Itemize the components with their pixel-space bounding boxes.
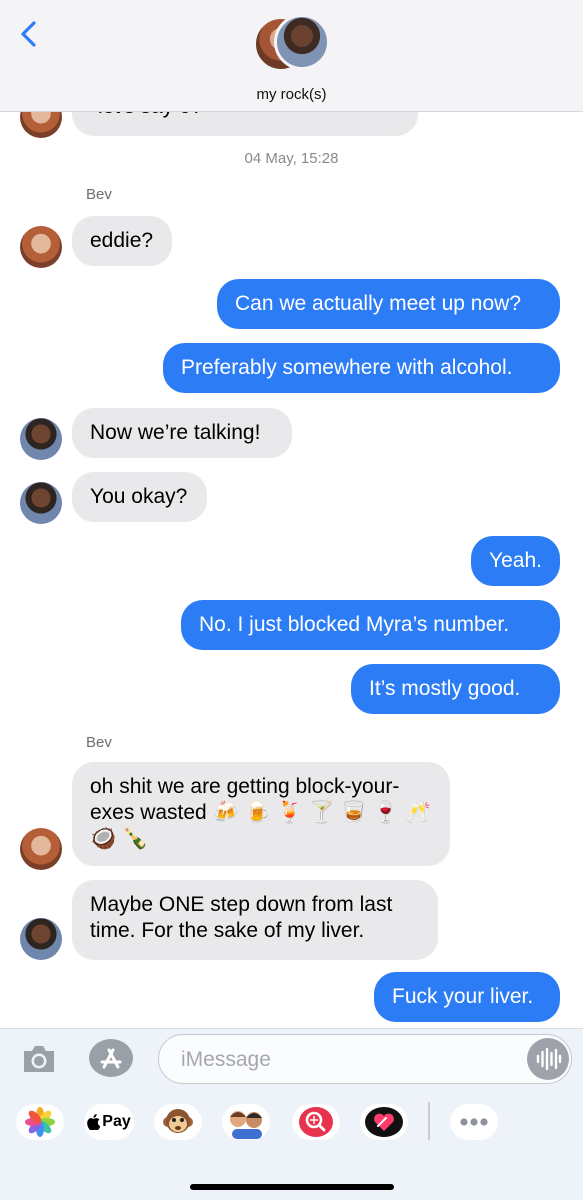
conversation-title[interactable]: my rock(s) (0, 86, 583, 103)
app-drawer-divider (428, 1102, 430, 1140)
avatar-mike[interactable] (20, 918, 62, 960)
app-store-button[interactable] (88, 1038, 134, 1078)
message-input-container[interactable] (158, 1034, 572, 1084)
images-search-icon (299, 1107, 333, 1137)
avatar-mike[interactable] (20, 418, 62, 460)
avatar-mike[interactable] (20, 482, 62, 524)
home-indicator[interactable] (190, 1184, 394, 1190)
camera-icon (24, 1046, 54, 1072)
message-text: eddie? (90, 229, 154, 252)
timestamp: 04 May, 15:28 (244, 150, 339, 167)
images-search-button[interactable] (292, 1104, 340, 1140)
message-text: It’s mostly good. (369, 677, 521, 700)
message-bubble-outgoing[interactable]: Yeah. (471, 536, 560, 586)
photos-app-button[interactable] (16, 1104, 64, 1140)
avatar (274, 14, 330, 70)
message-bubble-incoming[interactable]: eddie? (72, 216, 172, 266)
app-store-icon (89, 1039, 133, 1077)
memoji-icon (230, 1111, 262, 1139)
apple-pay-button[interactable]: Pay (84, 1104, 134, 1140)
audio-waveform-icon (536, 1047, 562, 1071)
more-icon (460, 1118, 488, 1126)
group-avatar[interactable] (254, 14, 330, 76)
avatar-bev[interactable] (20, 828, 62, 870)
message-input[interactable] (181, 1045, 521, 1075)
message-text: Now we’re talking! (90, 421, 261, 444)
conversation-header: my rock(s) (0, 0, 583, 112)
audio-message-button[interactable] (527, 1038, 569, 1080)
digital-touch-icon (365, 1107, 403, 1137)
message-bubble-incoming[interactable]: oh shit we are getting block-your-exes w… (72, 762, 450, 866)
back-button[interactable] (14, 18, 46, 50)
chevron-left-icon (21, 21, 36, 47)
message-text: Fuck your liver. (392, 985, 534, 1008)
camera-button[interactable] (20, 1041, 58, 1077)
avatar-bev[interactable] (20, 226, 62, 268)
memoji-app-button[interactable] (222, 1104, 270, 1140)
digital-touch-button[interactable] (360, 1104, 408, 1140)
apple-pay-label: Pay (102, 1113, 131, 1130)
animoji-app-button[interactable] (154, 1104, 202, 1140)
message-bubble-outgoing[interactable]: It’s mostly good. (351, 664, 560, 714)
sender-name-bev: Bev (86, 186, 112, 203)
message-bubble-outgoing[interactable]: Preferably somewhere with alcohol. (163, 343, 560, 393)
animoji-icon (163, 1109, 193, 1133)
message-text: oh shit we are getting block-your-exes w… (90, 775, 431, 850)
more-apps-button[interactable] (450, 1104, 498, 1140)
apple-logo-icon (87, 1114, 101, 1130)
message-bubble-incoming[interactable]: Maybe ONE step down from last time. For … (72, 880, 438, 960)
message-bubble-outgoing[interactable]: No. I just blocked Myra’s number. (181, 600, 560, 650)
sender-name-bev: Bev (86, 734, 112, 751)
message-text: Maybe ONE step down from last time. For … (90, 893, 393, 942)
message-bubble-incoming[interactable]: Now we’re talking! (72, 408, 292, 458)
message-text: You okay? (90, 485, 188, 508)
message-text: No. I just blocked Myra’s number. (199, 613, 510, 636)
message-bubble-outgoing[interactable]: Can we actually meet up now? (217, 279, 560, 329)
photos-icon (25, 1107, 55, 1137)
message-bubble-incoming[interactable]: You okay? (72, 472, 207, 522)
transcript: let's say 6? 04 May, 15:28 Bev eddie? Ca… (0, 0, 583, 1200)
message-text: Can we actually meet up now? (235, 292, 521, 315)
message-text: Yeah. (489, 549, 542, 572)
message-bubble-outgoing[interactable]: Fuck your liver. (374, 972, 560, 1022)
message-text: Preferably somewhere with alcohol. (181, 356, 513, 379)
